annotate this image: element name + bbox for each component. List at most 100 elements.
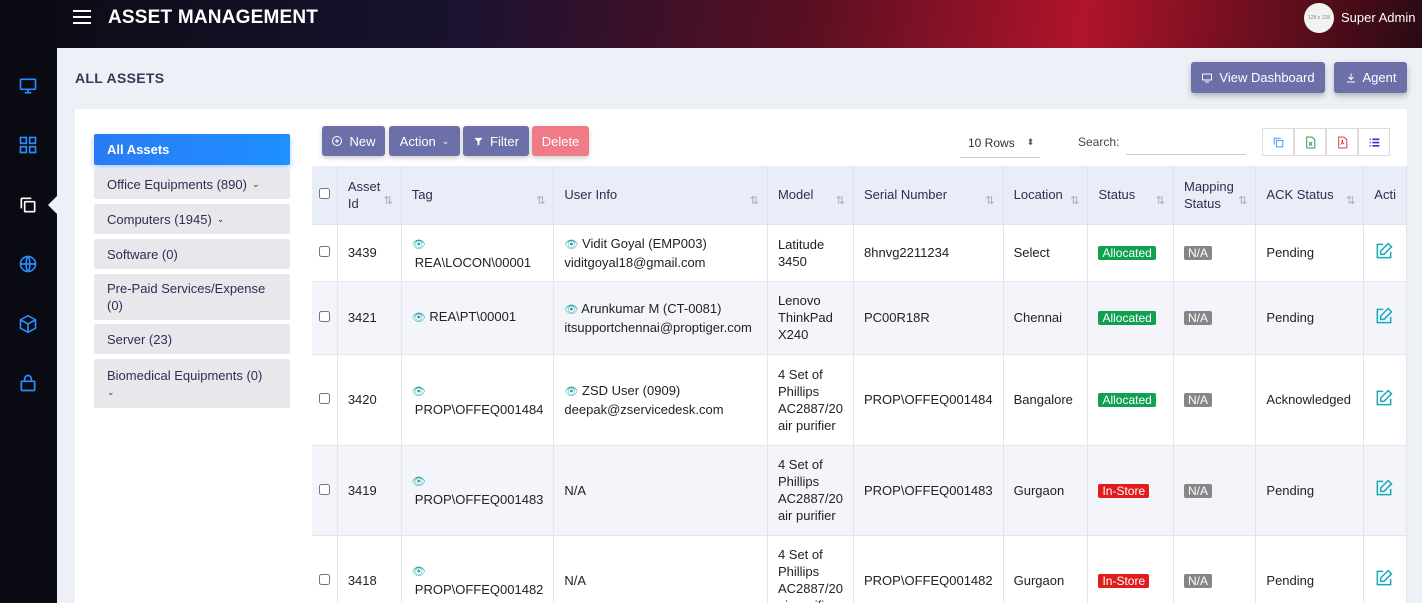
user-info-cell: N/A (553, 444, 768, 535)
category-all-assets[interactable]: All Assets (94, 134, 290, 165)
status-badge: In-Store (1098, 483, 1150, 498)
category-server[interactable]: Server (23) (94, 324, 290, 354)
column-user-info[interactable]: User Info ⇅ (553, 166, 768, 224)
model-cell: Lenovo ThinkPad X240 (767, 280, 855, 354)
row-checkbox-cell (312, 280, 338, 354)
location-cell: Bangalore (1003, 353, 1089, 445)
model-cell: 4 Set of Phillips AC2887/20 air purifier (767, 353, 855, 445)
action-dropdown-button[interactable]: Action ⌄ (389, 126, 460, 156)
serial-number-cell: 8hnvg2211234 (853, 223, 1004, 281)
cube-icon[interactable] (17, 313, 39, 335)
column-mapping-status[interactable]: Mapping Status ⇅ (1173, 166, 1257, 224)
category-prepaid-services[interactable]: Pre-Paid Services/Expense (0) (94, 274, 290, 320)
search-input[interactable] (1126, 129, 1246, 155)
category-office-equipments[interactable]: Office Equipments (890) ⌄ (94, 169, 290, 199)
eye-icon[interactable]: 👁︎ (412, 386, 426, 398)
mapping-status-cell: N/A (1173, 223, 1257, 281)
action-cell (1363, 444, 1407, 535)
model-cell: Latitude 3450 (767, 223, 855, 281)
pdf-export-button[interactable] (1326, 128, 1358, 156)
tag-cell: 👁︎ REA\LOCON\00001 (401, 223, 555, 281)
table-row: 3421 👁︎ REA\PT\00001 👁︎ Arunkumar M (CT-00… (312, 280, 1407, 354)
row-checkbox[interactable] (318, 393, 330, 404)
avatar[interactable]: 128 x 128 (1304, 3, 1334, 33)
edit-icon[interactable] (1374, 241, 1394, 264)
status-badge: Allocated (1098, 311, 1156, 325)
eye-icon[interactable]: 👁︎ (412, 239, 426, 251)
mapping-badge: N/A (1183, 311, 1212, 325)
lock-icon[interactable] (17, 372, 39, 394)
new-button[interactable]: New (322, 126, 385, 156)
table-row: 3419 👁︎ PROP\OFFEQ001483 N/A 4 Set of Philli… (312, 444, 1407, 535)
column-tag[interactable]: Tag ⇅ (401, 166, 555, 224)
eye-icon[interactable]: 👁︎ (564, 304, 578, 316)
globe-icon[interactable] (17, 253, 39, 275)
model-cell: 4 Set of Phillips AC2887/20 air purifier (767, 534, 855, 603)
filter-button[interactable]: Filter (463, 126, 529, 156)
column-list-button[interactable] (1358, 128, 1390, 156)
select-all-checkbox[interactable] (318, 188, 330, 200)
eye-icon[interactable]: 👁︎ (412, 312, 426, 324)
eye-icon[interactable]: 👁︎ (412, 476, 426, 488)
chevron-down-icon: ⌄ (251, 178, 260, 189)
copy-export-button[interactable] (1262, 128, 1294, 156)
ack-status-cell: Pending (1255, 280, 1365, 354)
status-cell: Allocated (1087, 280, 1174, 354)
edit-icon[interactable] (1374, 388, 1394, 411)
left-sidebar (0, 0, 57, 603)
column-model[interactable]: Model ⇅ (767, 166, 855, 224)
menu-icon[interactable] (73, 10, 91, 24)
user-name[interactable]: Super Admin (1341, 10, 1415, 25)
monitor-icon[interactable] (17, 75, 39, 97)
category-software[interactable]: Software (0) (94, 239, 290, 269)
row-checkbox[interactable] (318, 246, 330, 257)
column-ack-status[interactable]: ACK Status ⇅ (1255, 166, 1365, 224)
user-info-cell: N/A (553, 534, 768, 603)
column-location[interactable]: Location ⇅ (1003, 166, 1089, 224)
rows-per-page-select[interactable]: 10 Rows ⬍ (960, 128, 1040, 158)
filter-icon (474, 137, 483, 146)
row-checkbox[interactable] (318, 311, 330, 322)
eye-icon[interactable]: 👁︎ (412, 566, 426, 578)
column-serial-number[interactable]: Serial Number ⇅ (853, 166, 1004, 224)
row-checkbox[interactable] (318, 573, 330, 585)
row-checkbox-cell (312, 223, 338, 281)
status-cell: Allocated (1087, 353, 1174, 445)
action-cell (1363, 280, 1407, 354)
model-cell: 4 Set of Phillips AC2887/20 air purifier (767, 444, 855, 535)
sort-icon: ⇅ (536, 194, 546, 207)
agent-button[interactable]: Agent (1334, 62, 1407, 93)
column-status[interactable]: Status ⇅ (1087, 166, 1174, 224)
category-biomedical[interactable]: Biomedical Equipments (0) ⌄ (94, 359, 290, 408)
table-row: 3420 👁︎ PROP\OFFEQ001484 👁︎ ZSD User (0909)… (312, 353, 1407, 445)
serial-number-cell: PROP\OFFEQ001484 (853, 353, 1004, 445)
tag-cell: 👁︎ PROP\OFFEQ001483 (401, 444, 555, 535)
edit-icon[interactable] (1374, 569, 1394, 591)
copy-icon[interactable] (17, 194, 39, 216)
view-dashboard-button[interactable]: View Dashboard (1191, 62, 1325, 93)
eye-icon[interactable]: 👁︎ (564, 386, 578, 398)
category-computers[interactable]: Computers (1945) ⌄ (94, 204, 290, 234)
excel-export-button[interactable] (1294, 128, 1326, 156)
sort-icon: ⇅ (1238, 194, 1248, 207)
active-indicator (48, 196, 57, 214)
plus-circle-icon (332, 136, 343, 146)
edit-icon[interactable] (1374, 479, 1394, 501)
eye-icon[interactable]: 👁︎ (564, 239, 578, 251)
grid-icon[interactable] (17, 134, 39, 156)
search-label: Search: (1078, 135, 1120, 149)
action-cell (1363, 534, 1407, 603)
chevron-down-icon: ⌄ (107, 386, 115, 397)
sort-icon: ⇅ (1070, 194, 1080, 207)
mapping-badge: N/A (1183, 246, 1212, 260)
copy-icon (1273, 137, 1283, 147)
delete-button[interactable]: Delete (532, 126, 589, 156)
assets-table: Asset Id ⇅ Tag ⇅ User Info ⇅ Model ⇅ Serial … (312, 166, 1407, 603)
tag-cell: 👁︎ PROP\OFFEQ001484 (401, 353, 555, 445)
row-checkbox[interactable] (318, 483, 330, 495)
column-asset-id[interactable]: Asset Id ⇅ (337, 166, 402, 224)
edit-icon[interactable] (1374, 306, 1394, 329)
row-checkbox-cell (312, 353, 338, 445)
ack-status-cell: Pending (1255, 223, 1365, 281)
sort-icon: ⇅ (749, 194, 759, 207)
